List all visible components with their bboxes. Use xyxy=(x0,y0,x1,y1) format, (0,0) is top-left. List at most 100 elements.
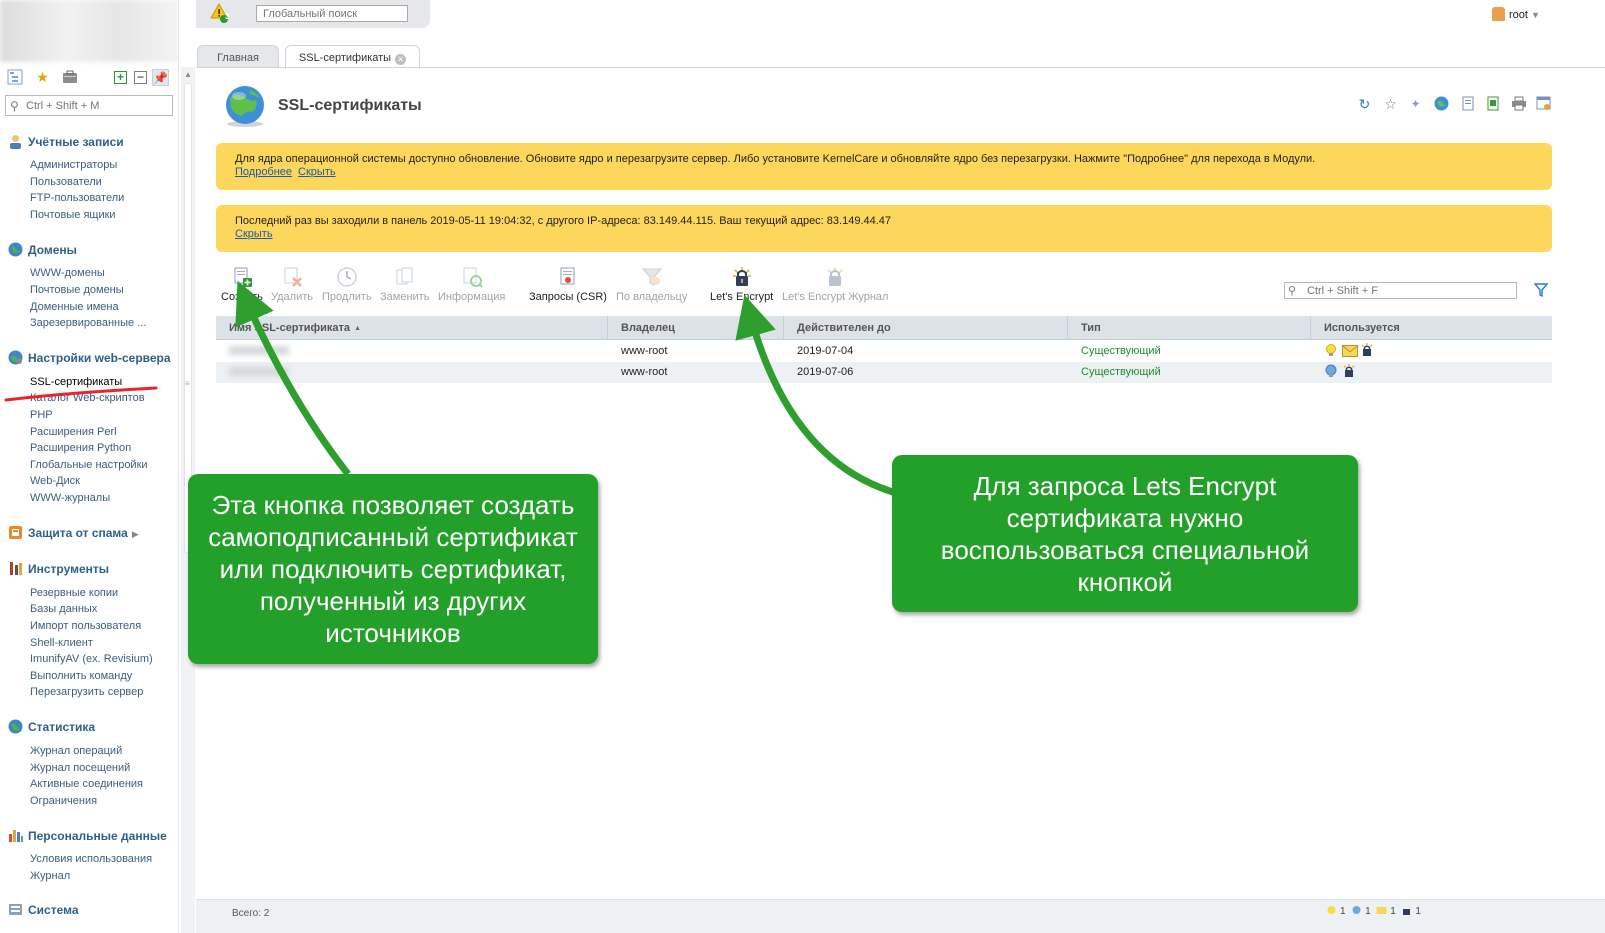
tab-home[interactable]: Главная xyxy=(197,45,279,68)
close-tab-icon[interactable]: ✕ xyxy=(395,54,407,65)
expand-all-icon[interactable]: + xyxy=(114,71,127,84)
sidebar-item-mail-domains[interactable]: Почтовые домены xyxy=(30,284,124,296)
lets-encrypt-button[interactable]: Let's Encrypt xyxy=(710,266,773,303)
replace-button[interactable]: Заменить xyxy=(380,266,429,303)
legend-count: 1 xyxy=(1365,906,1371,917)
sidebar-item-www-logs[interactable]: WWW-журналы xyxy=(30,492,110,504)
global-search-input[interactable] xyxy=(256,5,408,22)
section-web-server[interactable]: Настройки web-сервера xyxy=(8,350,171,365)
scroll-up-icon[interactable]: ▲ xyxy=(184,70,192,79)
sidebar-item-reboot-server[interactable]: Перезагрузить сервер xyxy=(30,686,143,698)
column-valid-until-label: Действителен до xyxy=(797,322,891,334)
section-system[interactable]: Система xyxy=(8,902,79,917)
print-icon[interactable] xyxy=(1510,96,1527,113)
kernel-update-text: Для ядра операционной системы доступно о… xyxy=(235,153,1316,165)
sidebar-item-terms-of-use[interactable]: Условия использования xyxy=(30,853,152,865)
by-owner-button[interactable]: По владельцу xyxy=(616,266,687,303)
section-personal-data[interactable]: Персональные данные xyxy=(8,828,167,843)
pin-icon[interactable]: 📌 xyxy=(152,69,169,86)
sidebar-item-admins[interactable]: Администраторы xyxy=(30,159,117,171)
sidebar-item-ftp-users[interactable]: FTP-пользователи xyxy=(30,192,124,204)
sidebar-item-php[interactable]: PHP xyxy=(30,409,53,421)
briefcase-icon[interactable] xyxy=(61,69,78,86)
chevron-right-icon: ▶ xyxy=(131,529,139,539)
sidebar-item-global-settings[interactable]: Глобальные настройки xyxy=(30,459,148,471)
sidebar-item-visits-log[interactable]: Журнал посещений xyxy=(30,762,130,774)
sidebar-item-databases[interactable]: Базы данных xyxy=(30,603,97,615)
sidebar-item-perl[interactable]: Расширения Perl xyxy=(30,426,117,438)
column-owner[interactable]: Владелец xyxy=(608,316,784,340)
tab-home-label: Главная xyxy=(217,52,259,64)
user-avatar-icon xyxy=(1492,7,1505,21)
sidebar-search-input[interactable] xyxy=(26,98,166,113)
info-button[interactable]: Информация xyxy=(438,266,505,303)
legend-count: 1 xyxy=(1415,906,1421,917)
create-button[interactable]: Создать xyxy=(221,266,263,303)
hide-link[interactable]: Скрыть xyxy=(235,228,273,240)
details-link[interactable]: Подробнее xyxy=(235,166,292,178)
sidebar-item-mailboxes[interactable]: Почтовые ящики xyxy=(30,209,116,221)
sidebar-item-domain-names[interactable]: Доменные имена xyxy=(30,301,119,313)
sidebar-item-shell-client[interactable]: Shell-клиент xyxy=(30,637,93,649)
section-statistics[interactable]: Статистика xyxy=(8,719,95,734)
column-valid-until[interactable]: Действителен до xyxy=(784,316,1068,340)
web-globe-icon xyxy=(1351,905,1362,916)
renew-label: Продлить xyxy=(322,291,372,303)
lets-encrypt-journal-button[interactable]: Let's Encrypt Журнал xyxy=(782,266,888,303)
resize-handle-icon[interactable]: ≡ xyxy=(185,379,190,388)
sidebar-item-operations-log[interactable]: Журнал операций xyxy=(30,745,122,757)
sidebar-item-import-user[interactable]: Импорт пользователя xyxy=(30,620,141,632)
filter-search-icon: ⚲ xyxy=(1288,285,1297,297)
table-settings-icon[interactable] xyxy=(1535,96,1552,113)
excel-export-icon[interactable] xyxy=(1484,96,1501,113)
tab-ssl-certificates[interactable]: SSL-сертификаты ✕ xyxy=(285,45,420,69)
favorites-star-icon[interactable]: ★ xyxy=(34,69,51,86)
column-type[interactable]: Тип xyxy=(1068,316,1311,340)
used-by-cell xyxy=(1324,362,1360,383)
section-spam-protection[interactable]: Защита от спама ▶ xyxy=(8,525,139,540)
sidebar-item-python[interactable]: Расширения Python xyxy=(30,442,131,454)
sidebar-item-active-connections[interactable]: Активные соединения xyxy=(30,778,143,790)
sidebar-item-backups[interactable]: Резервные копии xyxy=(30,587,118,599)
column-used-by[interactable]: Используется xyxy=(1311,316,1552,340)
table-filter-input[interactable] xyxy=(1307,284,1507,297)
delete-label: Удалить xyxy=(271,291,313,303)
section-accounts[interactable]: Учётные записи xyxy=(8,134,124,149)
favorite-star-icon[interactable]: ☆ xyxy=(1382,96,1399,113)
section-statistics-title: Статистика xyxy=(28,720,96,734)
table-row[interactable]: www-root 2019-07-04 Существующий xyxy=(216,341,1552,362)
used-by-cell xyxy=(1324,341,1378,362)
column-certificate-name[interactable]: Имя SSL-сертификата ▲ xyxy=(216,316,608,340)
table-row[interactable]: www-root 2019-07-06 Существующий xyxy=(216,362,1552,383)
sidebar-item-users[interactable]: Пользователи xyxy=(30,176,102,188)
delete-button[interactable]: Удалить xyxy=(271,266,313,303)
sidebar-item-run-command[interactable]: Выполнить команду xyxy=(30,670,132,682)
sidebar-item-reserved[interactable]: Зарезервированные ... xyxy=(30,317,146,329)
tree-view-icon[interactable] xyxy=(6,69,23,86)
csr-requests-button[interactable]: Запросы (CSR) xyxy=(529,266,607,303)
document-icon[interactable] xyxy=(1459,96,1476,113)
renew-button[interactable]: Продлить xyxy=(322,266,372,303)
bar-chart-icon xyxy=(8,828,23,843)
usage-legend: 1 1 1 1 xyxy=(1326,905,1421,917)
sidebar-item-www-domains[interactable]: WWW-домены xyxy=(30,267,105,279)
section-tools[interactable]: Инструменты xyxy=(8,561,109,576)
sidebar-search[interactable]: ⚲ xyxy=(5,95,173,116)
section-tools-title: Инструменты xyxy=(28,562,110,576)
world-icon[interactable] xyxy=(1433,96,1450,113)
section-domains[interactable]: Домены xyxy=(8,242,77,257)
refresh-icon[interactable]: ↻ xyxy=(1356,96,1373,113)
table-filter[interactable]: ⚲ xyxy=(1284,282,1517,299)
kernel-update-banner: Для ядра операционной системы доступно о… xyxy=(216,143,1552,190)
filter-funnel-icon[interactable] xyxy=(1534,283,1548,297)
sidebar-item-journal[interactable]: Журнал xyxy=(30,870,70,882)
user-menu[interactable]: root ▼ xyxy=(1492,7,1540,21)
hide-link[interactable]: Скрыть xyxy=(298,166,336,178)
sidebar-item-web-disk[interactable]: Web-Диск xyxy=(30,475,80,487)
lets-encrypt-lock-icon xyxy=(1401,905,1412,916)
collapse-all-icon[interactable]: − xyxy=(134,71,147,84)
sidebar-item-limits[interactable]: Ограничения xyxy=(30,795,97,807)
pin-icon[interactable]: ✦ xyxy=(1407,96,1424,113)
sidebar-item-imunifyav[interactable]: ImunifyAV (ex. Revisium) xyxy=(30,653,153,665)
section-personal-title: Персональные данные xyxy=(28,829,167,843)
